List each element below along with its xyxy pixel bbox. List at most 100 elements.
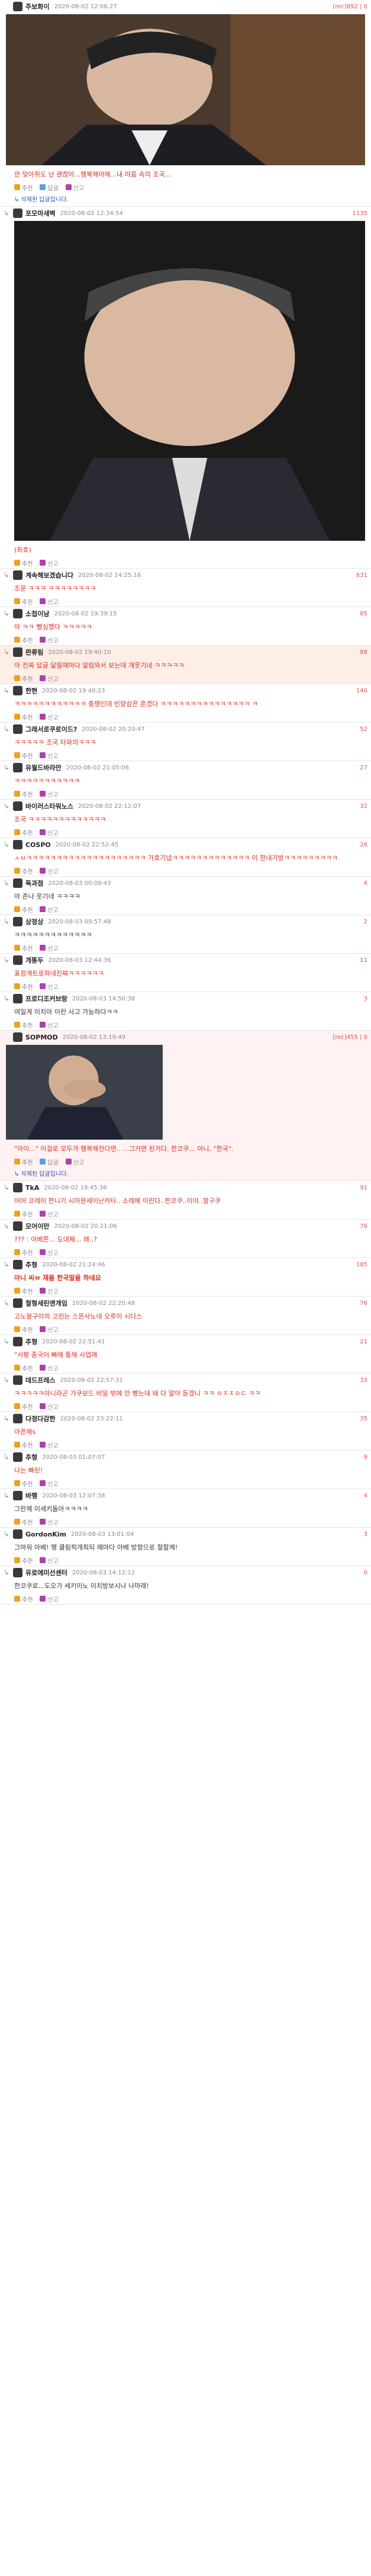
author-name[interactable]: 유로에미선센터 <box>25 1568 67 1577</box>
recommend-button[interactable]: 추천 <box>14 1364 33 1372</box>
author-name[interactable]: 추형 <box>25 1337 37 1346</box>
recommend-button[interactable]: 추천 <box>14 559 33 567</box>
author-name[interactable]: 다정다감한 <box>25 1414 56 1423</box>
like-count: [rec]455 | 0 <box>333 1034 367 1041</box>
recommend-button[interactable]: 추천 <box>14 1595 33 1603</box>
recommend-button[interactable]: 추천 <box>14 1479 33 1488</box>
reply-arrow-icon: ↳ <box>4 571 10 579</box>
author-name[interactable]: 포모마새벽 <box>25 208 56 218</box>
recommend-button[interactable]: 추천 <box>14 905 33 914</box>
recommend-button[interactable]: 추천 <box>14 1210 33 1218</box>
report-button[interactable]: 신고 <box>40 597 59 606</box>
report-button[interactable]: 신고 <box>40 1402 59 1411</box>
author-name[interactable]: 상정상 <box>25 917 43 926</box>
report-button[interactable]: 신고 <box>40 1021 59 1029</box>
author-name[interactable]: 판류림 <box>25 647 43 657</box>
avatar <box>13 2 22 11</box>
recommend-button[interactable]: 추천 <box>14 597 33 606</box>
report-button[interactable]: 신고 <box>40 828 59 837</box>
comment-header: ↳ 데드프레스 2020-08-02 22:57:31 33 <box>0 1374 371 1387</box>
report-button[interactable]: 신고 <box>40 944 59 952</box>
report-button[interactable]: 신고 <box>40 1287 59 1295</box>
recommend-button[interactable]: 추천 <box>14 1287 33 1295</box>
report-button[interactable]: 신고 <box>40 559 59 567</box>
author-name[interactable]: 추형 <box>25 1452 37 1462</box>
recommend-button[interactable]: 추천 <box>14 867 33 875</box>
siren-icon <box>40 675 46 681</box>
recommend-button[interactable]: 추천 <box>14 1518 33 1526</box>
report-button[interactable]: 신고 <box>40 1210 59 1218</box>
author-name[interactable]: 바이러스타워노스 <box>25 801 73 811</box>
author-name[interactable]: TkA <box>25 1184 39 1192</box>
author-name[interactable]: 개똥두 <box>25 955 43 965</box>
recommend-button[interactable]: 추천 <box>14 183 33 192</box>
author-name[interactable]: 바행 <box>25 1491 37 1500</box>
author-name[interactable]: SOPMOD <box>25 1034 58 1041</box>
recommend-button[interactable]: 추천 <box>14 1157 33 1166</box>
report-button[interactable]: 신고 <box>40 905 59 914</box>
author-name[interactable]: GordonKim <box>25 1531 66 1538</box>
comment-header: ↳ 철형세린앤개임 2020-08-02 22:20:48 76 <box>0 1297 371 1310</box>
recommend-button[interactable]: 추천 <box>14 1248 33 1257</box>
report-button[interactable]: 신고 <box>40 713 59 721</box>
action-label: 신고 <box>47 1519 59 1526</box>
siren-icon <box>65 184 72 190</box>
author-name[interactable]: 그래서로쿠로이드? <box>25 724 77 734</box>
recommend-button[interactable]: 추천 <box>14 751 33 760</box>
recommend-button[interactable]: 추천 <box>14 713 33 721</box>
thumbs-up-icon <box>14 1519 20 1525</box>
thumbs-up-icon <box>14 906 20 912</box>
reply-button[interactable]: 답글 <box>40 183 59 192</box>
comment: ↳ 프로디조커브랑 2020-08-03 14:50:38 3 여일게 이치아 이런 사… <box>0 992 371 1031</box>
recommend-button[interactable]: 추천 <box>14 1441 33 1449</box>
reply-button[interactable]: 답글 <box>40 1157 59 1166</box>
comment-date: 2020-08-02 22:51:41 <box>42 1338 105 1345</box>
report-button[interactable]: 신고 <box>40 982 59 991</box>
author-name[interactable]: 철형세린앤개임 <box>25 1298 67 1308</box>
author-name[interactable]: 데드프레스 <box>25 1375 56 1385</box>
report-button[interactable]: 신고 <box>65 1157 84 1166</box>
recommend-button[interactable]: 추천 <box>14 828 33 837</box>
action-label: 신고 <box>47 1365 59 1372</box>
report-button[interactable]: 신고 <box>40 1595 59 1603</box>
author-name[interactable]: 추형 <box>25 1260 37 1269</box>
author-name[interactable]: 모어이만 <box>25 1221 49 1231</box>
author-name[interactable]: 유월드바라만 <box>25 763 62 772</box>
like-count: 21 <box>360 1338 367 1345</box>
recommend-button[interactable]: 추천 <box>14 1021 33 1029</box>
comment-text: "아이..." 이걸로 모두가 행복해진다면.. ...그거면 된거다. 한코쿠… <box>14 1145 234 1153</box>
comment-date: 2020-08-03 01:07:07 <box>42 1454 105 1461</box>
report-button[interactable]: 신고 <box>40 790 59 798</box>
recommend-button[interactable]: 추천 <box>14 1556 33 1565</box>
report-button[interactable]: 신고 <box>40 1364 59 1372</box>
author-name[interactable]: COSPO <box>25 841 51 849</box>
recommend-button[interactable]: 추천 <box>14 944 33 952</box>
report-button[interactable]: 신고 <box>40 1441 59 1449</box>
report-button[interactable]: 신고 <box>40 1479 59 1488</box>
report-button[interactable]: 신고 <box>40 674 59 683</box>
like-count: 76 <box>360 1223 367 1230</box>
report-button[interactable]: 신고 <box>40 751 59 760</box>
author-name[interactable]: 독과점 <box>25 878 43 888</box>
author-name[interactable]: 소첩이남 <box>25 609 49 618</box>
report-button[interactable]: 신고 <box>40 867 59 875</box>
report-button[interactable]: 신고 <box>40 1518 59 1526</box>
report-button[interactable]: 신고 <box>40 1556 59 1565</box>
recommend-button[interactable]: 추천 <box>14 1402 33 1411</box>
author-name[interactable]: 한현 <box>25 686 37 695</box>
author-name[interactable]: 프로디조커브랑 <box>25 994 67 1003</box>
report-button[interactable]: 신고 <box>40 1248 59 1257</box>
comment-text: 고노왕구이의 고린는 스온사노네 오루이 시다스 <box>14 1313 143 1320</box>
recommend-button[interactable]: 추천 <box>14 636 33 644</box>
comment-text: 한코쿠로...도오가 세키이노 이치방보시나 나마래! <box>14 1582 149 1590</box>
report-button[interactable]: 신고 <box>65 183 84 192</box>
recommend-button[interactable]: 추천 <box>14 674 33 683</box>
recommend-button[interactable]: 추천 <box>14 790 33 798</box>
report-button[interactable]: 신고 <box>40 636 59 644</box>
report-button[interactable]: 신고 <box>40 1325 59 1334</box>
recommend-button[interactable]: 추천 <box>14 982 33 991</box>
recommend-button[interactable]: 추천 <box>14 1325 33 1334</box>
reply-arrow-icon: ↳ <box>4 764 10 772</box>
author-name[interactable]: 계속해보겠습니다 <box>25 570 73 580</box>
author-name[interactable]: 주보화이 <box>25 2 49 11</box>
